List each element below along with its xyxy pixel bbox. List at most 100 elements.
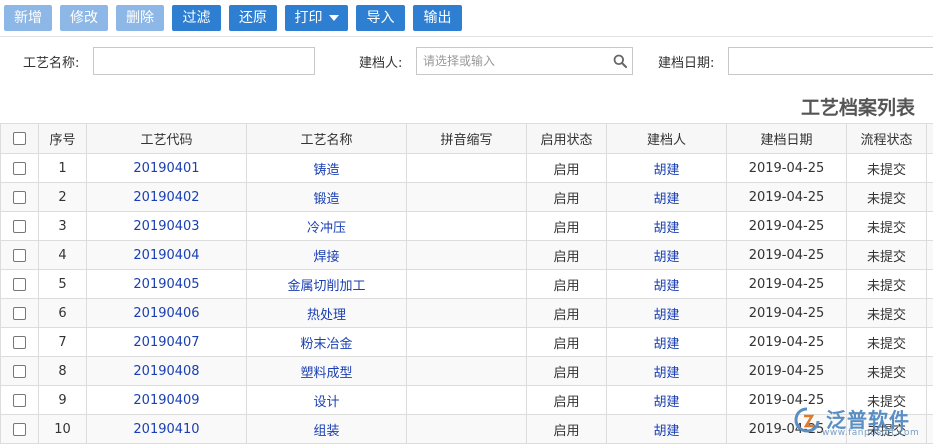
cell-name[interactable]: 组装 bbox=[246, 414, 407, 444]
cell-code[interactable]: 20190405 bbox=[86, 269, 247, 299]
cell-filler bbox=[926, 298, 933, 328]
table-row[interactable]: 5 20190405 金属切削加工 启用 胡建 2019-04-25 未提交 bbox=[0, 269, 933, 299]
table-row[interactable]: 2 20190402 锻造 启用 胡建 2019-04-25 未提交 bbox=[0, 182, 933, 212]
cell-creator[interactable]: 胡建 bbox=[606, 269, 727, 299]
row-checkbox[interactable] bbox=[13, 190, 26, 204]
cell-date: 2019-04-25 bbox=[726, 298, 847, 328]
cell-creator[interactable]: 胡建 bbox=[606, 414, 727, 444]
row-checkbox[interactable] bbox=[13, 277, 26, 291]
caret-down-icon bbox=[328, 15, 339, 21]
cell-name[interactable]: 金属切削加工 bbox=[246, 269, 407, 299]
cell-flow: 未提交 bbox=[846, 356, 927, 386]
row-checkbox-cell[interactable] bbox=[0, 385, 39, 415]
add-button[interactable]: 新增 bbox=[4, 5, 52, 31]
cell-filler bbox=[926, 240, 933, 270]
cell-creator[interactable]: 胡建 bbox=[606, 385, 727, 415]
cell-creator[interactable]: 胡建 bbox=[606, 182, 727, 212]
col-header: 建档人 bbox=[606, 123, 727, 154]
export-button[interactable]: 输出 bbox=[413, 5, 462, 31]
row-checkbox-cell[interactable] bbox=[0, 153, 39, 183]
cell-status: 启用 bbox=[526, 269, 607, 299]
cell-code[interactable]: 20190402 bbox=[86, 182, 247, 212]
cell-no: 8 bbox=[38, 356, 87, 386]
cell-pinyin bbox=[406, 356, 527, 386]
cell-creator[interactable]: 胡建 bbox=[606, 298, 727, 328]
row-checkbox-cell[interactable] bbox=[0, 327, 39, 357]
cell-status: 启用 bbox=[526, 298, 607, 328]
cell-flow: 未提交 bbox=[846, 153, 927, 183]
row-checkbox-cell[interactable] bbox=[0, 182, 39, 212]
row-checkbox[interactable] bbox=[13, 306, 26, 320]
cell-status: 启用 bbox=[526, 153, 607, 183]
cell-creator[interactable]: 胡建 bbox=[606, 356, 727, 386]
cell-creator[interactable]: 胡建 bbox=[606, 153, 727, 183]
row-checkbox[interactable] bbox=[13, 248, 26, 262]
cell-no: 5 bbox=[38, 269, 87, 299]
cell-code[interactable]: 20190403 bbox=[86, 211, 247, 241]
cell-creator[interactable]: 胡建 bbox=[606, 327, 727, 357]
cell-status: 启用 bbox=[526, 356, 607, 386]
cell-filler bbox=[926, 153, 933, 183]
cell-name[interactable]: 设计 bbox=[246, 385, 407, 415]
cell-code[interactable]: 20190407 bbox=[86, 327, 247, 357]
select-all-checkbox-cell[interactable] bbox=[0, 123, 39, 154]
cell-date: 2019-04-25 bbox=[726, 240, 847, 270]
row-checkbox[interactable] bbox=[13, 161, 26, 175]
creator-input[interactable] bbox=[416, 47, 633, 75]
row-checkbox-cell[interactable] bbox=[0, 240, 39, 270]
search-icon[interactable] bbox=[613, 54, 627, 68]
restore-button[interactable]: 还原 bbox=[229, 5, 277, 31]
cell-flow: 未提交 bbox=[846, 269, 927, 299]
table-row[interactable]: 7 20190407 粉末冶金 启用 胡建 2019-04-25 未提交 bbox=[0, 327, 933, 357]
table-row[interactable]: 1 20190401 铸造 启用 胡建 2019-04-25 未提交 bbox=[0, 153, 933, 183]
cell-name[interactable]: 铸造 bbox=[246, 153, 407, 183]
cell-code[interactable]: 20190406 bbox=[86, 298, 247, 328]
cell-creator[interactable]: 胡建 bbox=[606, 240, 727, 270]
cell-name[interactable]: 塑料成型 bbox=[246, 356, 407, 386]
cell-code[interactable]: 20190410 bbox=[86, 414, 247, 444]
cell-code[interactable]: 20190408 bbox=[86, 356, 247, 386]
print-dropdown-button[interactable]: 打印 bbox=[285, 5, 348, 31]
cell-name[interactable]: 焊接 bbox=[246, 240, 407, 270]
col-header: 序号 bbox=[38, 123, 87, 154]
table-row[interactable]: 6 20190406 热处理 启用 胡建 2019-04-25 未提交 bbox=[0, 298, 933, 328]
cell-name[interactable]: 热处理 bbox=[246, 298, 407, 328]
cell-code[interactable]: 20190409 bbox=[86, 385, 247, 415]
cell-code[interactable]: 20190404 bbox=[86, 240, 247, 270]
cell-pinyin bbox=[406, 182, 527, 212]
cell-date: 2019-04-25 bbox=[726, 182, 847, 212]
cell-name[interactable]: 粉末冶金 bbox=[246, 327, 407, 357]
row-checkbox[interactable] bbox=[13, 335, 26, 349]
cell-creator[interactable]: 胡建 bbox=[606, 211, 727, 241]
table-row[interactable]: 4 20190404 焊接 启用 胡建 2019-04-25 未提交 bbox=[0, 240, 933, 270]
delete-button[interactable]: 删除 bbox=[116, 5, 164, 31]
table-row[interactable]: 8 20190408 塑料成型 启用 胡建 2019-04-25 未提交 bbox=[0, 356, 933, 386]
cell-code[interactable]: 20190401 bbox=[86, 153, 247, 183]
row-checkbox[interactable] bbox=[13, 364, 26, 378]
cell-name[interactable]: 锻造 bbox=[246, 182, 407, 212]
row-checkbox-cell[interactable] bbox=[0, 356, 39, 386]
row-checkbox-cell[interactable] bbox=[0, 298, 39, 328]
cell-status: 启用 bbox=[526, 327, 607, 357]
select-all-checkbox[interactable] bbox=[13, 132, 26, 145]
filter-button[interactable]: 过滤 bbox=[172, 5, 221, 31]
cell-flow: 未提交 bbox=[846, 240, 927, 270]
cell-pinyin bbox=[406, 298, 527, 328]
cell-date: 2019-04-25 bbox=[726, 153, 847, 183]
cell-name[interactable]: 冷冲压 bbox=[246, 211, 407, 241]
craft-name-input[interactable] bbox=[93, 47, 315, 75]
row-checkbox[interactable] bbox=[13, 422, 26, 436]
row-checkbox-cell[interactable] bbox=[0, 269, 39, 299]
edit-button[interactable]: 修改 bbox=[60, 5, 108, 31]
date-input[interactable] bbox=[728, 47, 933, 75]
cell-filler bbox=[926, 211, 933, 241]
cell-flow: 未提交 bbox=[846, 211, 927, 241]
row-checkbox-cell[interactable] bbox=[0, 211, 39, 241]
row-checkbox-cell[interactable] bbox=[0, 414, 39, 444]
table-row[interactable]: 3 20190403 冷冲压 启用 胡建 2019-04-25 未提交 bbox=[0, 211, 933, 241]
import-button[interactable]: 导入 bbox=[356, 5, 405, 31]
craft-name-label: 工艺名称: bbox=[23, 56, 80, 71]
row-checkbox[interactable] bbox=[13, 393, 26, 407]
row-checkbox[interactable] bbox=[13, 219, 26, 233]
cell-flow: 未提交 bbox=[846, 298, 927, 328]
